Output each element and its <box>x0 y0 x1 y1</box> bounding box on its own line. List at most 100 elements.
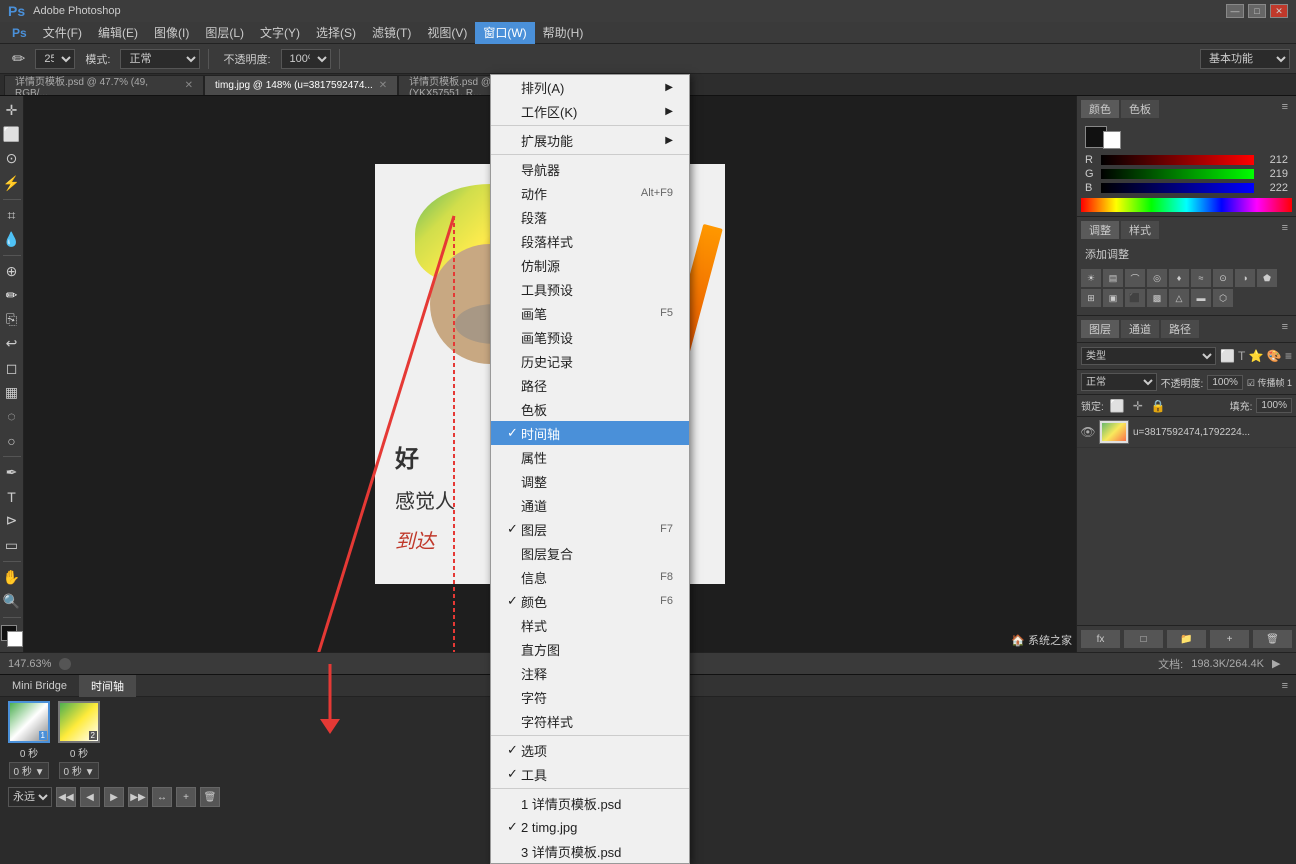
timeline-frame-2[interactable]: 2 0 秒 0 秒 ▼ <box>58 701 100 779</box>
lasso-tool[interactable]: ⊙ <box>1 148 23 169</box>
magic-wand-tool[interactable]: ⚡ <box>1 172 23 193</box>
move-tool[interactable]: ✛ <box>1 100 23 121</box>
dd-tool-preset[interactable]: 工具预设 <box>491 277 689 301</box>
dd-styles[interactable]: 样式 <box>491 613 689 637</box>
adj-invert[interactable]: ⬛ <box>1125 289 1145 307</box>
dd-arrange[interactable]: 排列(A) ▶ <box>491 75 689 99</box>
bg-swatch[interactable] <box>1103 131 1121 149</box>
adj-hsl[interactable]: ≈ <box>1191 269 1211 287</box>
opacity-value[interactable]: 100% <box>1207 375 1243 390</box>
hand-tool[interactable]: ✋ <box>1 567 23 588</box>
adj-exposure[interactable]: ◎ <box>1147 269 1167 287</box>
statusbar-arrow[interactable]: ▶ <box>1272 657 1288 670</box>
prev-frame-btn[interactable]: ◀ <box>80 787 100 807</box>
new-group-btn[interactable]: 📁 <box>1167 630 1206 648</box>
dd-timeline[interactable]: ✓ 时间轴 <box>491 421 689 445</box>
rewind-btn[interactable]: ◀◀ <box>56 787 76 807</box>
eyedropper-tool[interactable]: 💧 <box>1 229 23 250</box>
workspace-select[interactable]: 基本功能 <box>1200 49 1290 69</box>
tab-layers[interactable]: 图层 <box>1081 320 1119 338</box>
fill-value[interactable]: 100% <box>1256 398 1292 413</box>
maximize-button[interactable]: □ <box>1248 4 1266 18</box>
tab-paths[interactable]: 路径 <box>1161 320 1199 338</box>
timeline-frame-1[interactable]: 1 0 秒 0 秒 ▼ <box>8 701 50 779</box>
dd-paths[interactable]: 路径 <box>491 373 689 397</box>
tab-adjustments[interactable]: 调整 <box>1081 221 1119 239</box>
adj-vibrance[interactable]: ♦ <box>1169 269 1189 287</box>
delete-layer-btn[interactable]: 🗑 <box>1253 630 1292 648</box>
dd-swatches[interactable]: 色板 <box>491 397 689 421</box>
channel-r-bar[interactable] <box>1101 155 1254 165</box>
dd-brush[interactable]: 画笔 F5 <box>491 301 689 325</box>
tab-2-close[interactable]: ✕ <box>379 80 387 91</box>
layer-item-1[interactable]: 👁 u=3817592474,1792224... <box>1077 417 1296 448</box>
frame-1-delay[interactable]: 0 秒 ▼ <box>9 762 48 779</box>
menu-view[interactable]: 视图(V) <box>419 22 475 44</box>
pen-tool[interactable]: ✒ <box>1 462 23 483</box>
layer-filter-type[interactable]: 类型 <box>1081 347 1216 365</box>
layer-blend-mode[interactable]: 正常 <box>1081 373 1157 391</box>
tab-mini-bridge[interactable]: Mini Bridge <box>0 675 79 697</box>
shape-tool[interactable]: ▭ <box>1 535 23 556</box>
eraser-tool[interactable]: ◻ <box>1 358 23 379</box>
dd-layers[interactable]: ✓ 图层 F7 <box>491 517 689 541</box>
dd-workspace[interactable]: 工作区(K) ▶ <box>491 99 689 123</box>
adj-levels[interactable]: ▤ <box>1103 269 1123 287</box>
new-layer-btn[interactable]: + <box>1210 630 1249 648</box>
dd-navigator[interactable]: 导航器 <box>491 157 689 181</box>
dd-brush-preset[interactable]: 画笔预设 <box>491 325 689 349</box>
menu-image[interactable]: 图像(I) <box>146 22 197 44</box>
tab-swatches[interactable]: 色板 <box>1121 100 1159 118</box>
dd-file3[interactable]: 3 详情页模板.psd <box>491 839 689 863</box>
loop-select[interactable]: 永远 <box>8 787 52 807</box>
lock-position[interactable]: ✛ <box>1133 399 1143 413</box>
layer-visibility[interactable]: 👁 <box>1081 425 1095 439</box>
dd-history[interactable]: 历史记录 <box>491 349 689 373</box>
menu-select[interactable]: 选择(S) <box>308 22 364 44</box>
new-frame-btn[interactable]: + <box>176 787 196 807</box>
new-fill-layer-btn[interactable]: fx <box>1081 630 1120 648</box>
dd-properties[interactable]: 属性 <box>491 445 689 469</box>
menu-filter[interactable]: 滤镜(T) <box>364 22 419 44</box>
close-button[interactable]: ✕ <box>1270 4 1288 18</box>
tween-btn[interactable]: ↔ <box>152 787 172 807</box>
mode-select[interactable]: 正常 <box>120 49 200 69</box>
text-tool[interactable]: T <box>1 486 23 507</box>
dd-adjustments[interactable]: 调整 <box>491 469 689 493</box>
dd-options[interactable]: ✓ 选项 <box>491 738 689 762</box>
adjust-panel-menu[interactable]: ≡ <box>1278 221 1292 239</box>
dd-file2[interactable]: ✓ 2 timg.jpg <box>491 815 689 839</box>
dd-tools[interactable]: ✓ 工具 <box>491 762 689 786</box>
adj-colorlookup[interactable]: ▣ <box>1103 289 1123 307</box>
zoom-tool[interactable]: 🔍 <box>1 591 23 612</box>
dd-char-style[interactable]: 字符样式 <box>491 709 689 733</box>
tab-styles[interactable]: 样式 <box>1121 221 1159 239</box>
dd-color[interactable]: ✓ 颜色 F6 <box>491 589 689 613</box>
heal-tool[interactable]: ⊕ <box>1 261 23 282</box>
adj-brightness[interactable]: ☀ <box>1081 269 1101 287</box>
tab-2[interactable]: timg.jpg @ 148% (u=3817592474... ✕ <box>204 75 398 95</box>
adj-channelmixer[interactable]: ⊞ <box>1081 289 1101 307</box>
tab-channels[interactable]: 通道 <box>1121 320 1159 338</box>
color-panel-menu[interactable]: ≡ <box>1278 100 1292 118</box>
menu-ps[interactable]: Ps <box>4 22 35 44</box>
tab-color[interactable]: 颜色 <box>1081 100 1119 118</box>
adj-posterize[interactable]: ▩ <box>1147 289 1167 307</box>
frame-2-delay[interactable]: 0 秒 ▼ <box>59 762 98 779</box>
brush-tool[interactable]: ✏ <box>1 285 23 306</box>
blur-tool[interactable]: ◌ <box>1 406 23 427</box>
adj-colorbalance[interactable]: ⊙ <box>1213 269 1233 287</box>
adj-threshold[interactable]: △ <box>1169 289 1189 307</box>
menu-layer[interactable]: 图层(L) <box>197 22 252 44</box>
dd-extensions[interactable]: 扩展功能 ▶ <box>491 128 689 152</box>
add-mask-btn[interactable]: □ <box>1124 630 1163 648</box>
dd-histogram[interactable]: 直方图 <box>491 637 689 661</box>
lock-pixels[interactable]: ⬜ <box>1110 399 1125 413</box>
dodge-tool[interactable]: ○ <box>1 430 23 451</box>
channel-b-bar[interactable] <box>1101 183 1254 193</box>
layers-panel-menu[interactable]: ≡ <box>1278 320 1292 338</box>
adj-curves[interactable]: ⌒ <box>1125 269 1145 287</box>
dd-para-style[interactable]: 段落样式 <box>491 229 689 253</box>
next-frame-btn[interactable]: ▶▶ <box>128 787 148 807</box>
dd-notes[interactable]: 注释 <box>491 661 689 685</box>
